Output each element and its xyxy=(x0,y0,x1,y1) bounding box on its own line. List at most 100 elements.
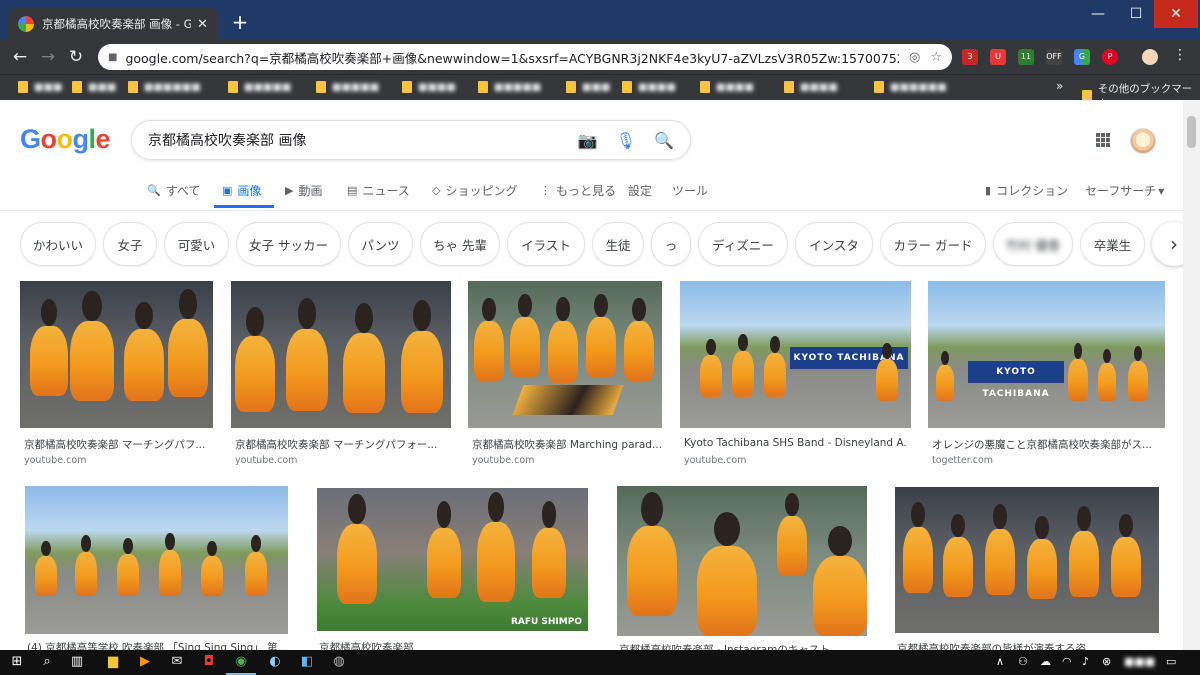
tab-videos[interactable]: ▶ 動画 xyxy=(285,182,322,199)
app-icon[interactable]: ◧ xyxy=(298,653,316,671)
chip[interactable]: 生徒 xyxy=(592,222,644,266)
chip[interactable]: カラー ガード xyxy=(880,222,986,266)
back-icon[interactable]: ← xyxy=(10,47,30,67)
mute-icon[interactable]: ⊗ xyxy=(1102,655,1111,668)
bookmark-star-icon[interactable]: ☆ xyxy=(930,50,942,65)
chip[interactable]: インスタ xyxy=(795,222,873,266)
result-caption[interactable]: 京都橘高校吹奏楽部 - Instagramのキャスト... xyxy=(619,642,867,650)
address-bar[interactable]: ■ google.com/search?q=京都橘高校吹奏楽部+画像&newwi… xyxy=(98,44,952,70)
cloud-icon[interactable]: ☁ xyxy=(1040,655,1051,668)
bookmarks-overflow-icon[interactable]: » xyxy=(1056,79,1063,93)
chip[interactable]: 女子 サッカー xyxy=(236,222,341,266)
collection-link[interactable]: ▮ コレクション xyxy=(985,182,1068,199)
tray-overflow-icon[interactable]: ∧ xyxy=(996,655,1004,668)
tab-images[interactable]: ▣ 画像 xyxy=(222,182,261,199)
result-thumbnail[interactable]: KYOTO TACHIBANA xyxy=(928,281,1165,428)
tray-app-icon[interactable]: ⚇ xyxy=(1018,655,1028,668)
extension-pocket-icon[interactable]: U xyxy=(990,49,1006,65)
tab-more[interactable]: ⋮ もっと見る xyxy=(540,182,616,199)
result-source[interactable]: youtube.com xyxy=(235,455,297,466)
image-result[interactable]: 京都橘高校吹奏楽部 マーチングパフ... youtube.com xyxy=(20,281,213,466)
bookmark-folder[interactable]: ■■■ xyxy=(566,81,610,93)
image-result[interactable]: 京都橘高校吹奏楽部 マーチングパフォー... youtube.com xyxy=(231,281,451,466)
chip[interactable]: 竹村 優香 xyxy=(993,222,1073,266)
file-explorer-icon[interactable]: ▆ xyxy=(104,653,122,671)
browser-tab[interactable]: 京都橘高校吹奏楽部 画像 - Goog ✕ xyxy=(8,8,218,40)
result-caption[interactable]: 京都橘高校吹奏楽部 xyxy=(319,640,587,650)
image-result[interactable]: RAFU SHIMPO 京都橘高校吹奏楽部 xyxy=(317,488,588,650)
result-thumbnail[interactable] xyxy=(617,486,867,636)
mic-icon[interactable]: 🎙 xyxy=(616,131,636,150)
bookmark-folder[interactable]: ■■■■ xyxy=(622,81,676,93)
tab-news[interactable]: ▤ ニュース xyxy=(347,182,410,199)
google-logo[interactable]: Google xyxy=(20,124,111,155)
bookmark-folder[interactable]: ■■■ xyxy=(72,81,116,93)
result-thumbnail[interactable] xyxy=(468,281,662,428)
chip[interactable]: 可愛い xyxy=(164,222,229,266)
bookmark-folder[interactable]: ■■■■ xyxy=(700,81,754,93)
chip[interactable]: イラスト xyxy=(507,222,585,266)
maximize-icon[interactable]: ☐ xyxy=(1114,0,1158,28)
volume-icon[interactable]: ♪ xyxy=(1082,655,1089,668)
image-result[interactable]: 京都橘高校吹奏楽部 - Instagramのキャスト... xyxy=(617,486,867,650)
tab-all[interactable]: 🔍 すべて xyxy=(147,182,200,199)
extension-pinterest-icon[interactable]: P xyxy=(1102,49,1118,65)
scrollbar-thumb[interactable] xyxy=(1187,116,1196,148)
notifications-icon[interactable]: ▭ xyxy=(1166,655,1176,668)
windows-start-icon[interactable]: ⊞ xyxy=(8,653,26,671)
taskbar-search-icon[interactable]: ⌕ xyxy=(38,653,56,671)
bookmark-folder[interactable]: ■■■ xyxy=(18,81,62,93)
app-icon[interactable]: ◍ xyxy=(330,653,348,671)
extension-off-icon[interactable]: OFF xyxy=(1046,49,1062,65)
result-source[interactable]: youtube.com xyxy=(472,455,534,466)
close-window-icon[interactable]: ✕ xyxy=(1154,0,1198,28)
result-thumbnail[interactable] xyxy=(25,486,288,634)
image-result[interactable]: (4) 京都橘高等学校 吹奏楽部 「Sing Sing Sing」 第... xyxy=(25,486,288,650)
camera-icon[interactable]: 📷 xyxy=(578,131,598,150)
reload-icon[interactable]: ↻ xyxy=(66,47,86,67)
location-icon[interactable]: ◎ xyxy=(909,50,920,65)
close-tab-icon[interactable]: ✕ xyxy=(197,17,208,32)
wifi-icon[interactable]: ◠ xyxy=(1062,655,1072,668)
search-icon[interactable]: 🔍 xyxy=(654,131,674,150)
bookmark-folder[interactable]: ■■■■■ xyxy=(316,81,379,93)
chip[interactable]: パンツ xyxy=(348,222,413,266)
chip[interactable]: っ xyxy=(651,222,691,266)
task-view-icon[interactable]: ▥ xyxy=(68,653,86,671)
tab-shopping[interactable]: ◇ ショッピング xyxy=(432,182,517,199)
bookmark-folder[interactable]: ■■■■■ xyxy=(478,81,541,93)
result-thumbnail[interactable] xyxy=(895,487,1159,633)
new-tab-button[interactable]: + xyxy=(228,10,252,34)
image-result[interactable]: KYOTO TACHIBANA オレンジの悪魔こと京都橘高校吹奏楽部がス... … xyxy=(928,281,1165,466)
extension-translate-icon[interactable]: G xyxy=(1074,49,1090,65)
app-icon[interactable]: ◐ xyxy=(266,653,284,671)
account-avatar[interactable] xyxy=(1130,128,1156,154)
result-thumbnail[interactable] xyxy=(231,281,451,428)
apps-grid-icon[interactable] xyxy=(1096,133,1110,147)
result-source[interactable]: youtube.com xyxy=(684,455,746,466)
result-caption[interactable]: 京都橘高校吹奏楽部の皆様が演奏する姿... xyxy=(897,641,1159,650)
bookmark-folder[interactable]: ■■■■ xyxy=(402,81,456,93)
chip[interactable]: かわいい xyxy=(20,222,96,266)
browser-menu-icon[interactable]: ⋮ xyxy=(1170,47,1190,63)
result-thumbnail[interactable]: KYOTO TACHIBANA xyxy=(680,281,911,428)
search-query[interactable]: 京都橘高校吹奏楽部 画像 xyxy=(148,130,560,150)
forward-icon[interactable]: → xyxy=(38,47,58,67)
mail-icon[interactable]: ✉ xyxy=(168,653,186,671)
settings-link[interactable]: 設定 xyxy=(628,182,652,199)
extension-abp-icon[interactable]: 3 xyxy=(962,49,978,65)
tools-link[interactable]: ツール xyxy=(672,182,708,199)
bookmark-folder[interactable]: ■■■■■ xyxy=(228,81,291,93)
result-caption[interactable]: オレンジの悪魔こと京都橘高校吹奏楽部がス... xyxy=(932,437,1162,452)
chip[interactable]: ディズニー xyxy=(698,222,788,266)
profile-avatar-icon[interactable] xyxy=(1142,49,1158,65)
security-app-icon[interactable]: ◘ xyxy=(200,653,218,671)
safesearch-dropdown[interactable]: セーフサーチ ▾ xyxy=(1085,182,1164,199)
image-result[interactable]: 京都橘高校吹奏楽部の皆様が演奏する姿... xyxy=(895,487,1159,650)
chip[interactable]: 卒業生 xyxy=(1080,222,1145,266)
image-result[interactable]: KYOTO TACHIBANA Kyoto Tachibana SHS Band… xyxy=(680,281,911,466)
extension-chat-icon[interactable]: 11 xyxy=(1018,49,1034,65)
chips-next-icon[interactable]: › xyxy=(1152,222,1183,266)
result-caption[interactable]: (4) 京都橘高等学校 吹奏楽部 「Sing Sing Sing」 第... xyxy=(27,640,287,650)
bookmark-folder[interactable]: ■■■■■■ xyxy=(128,81,201,93)
